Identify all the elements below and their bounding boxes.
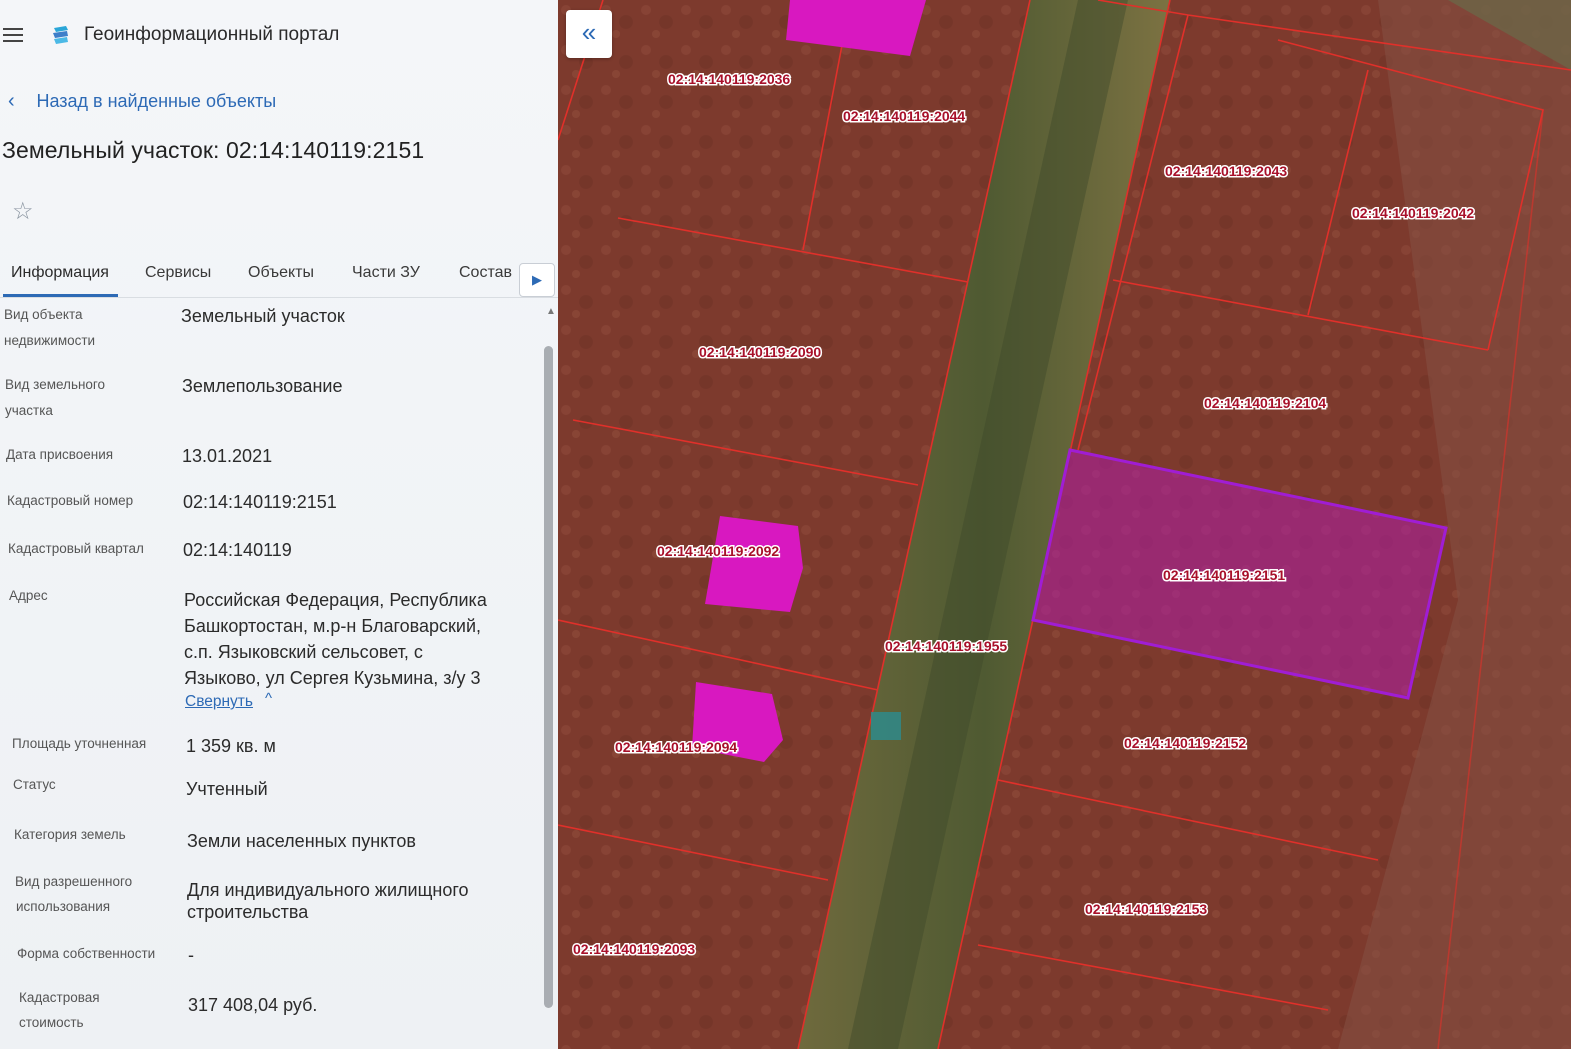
land-type-label: Вид земельного [5,377,106,392]
ownership-value: - [188,945,194,965]
tab-services[interactable]: Сервисы [145,264,211,282]
cadastral-number-label: Кадастровый номер [7,493,134,508]
chevron-right-icon: ▶ [532,272,542,287]
portal-logo-icon [53,26,68,44]
address-line-1: Российская Федерация, Республика [184,590,487,610]
parcel-label[interactable]: 02:14:140119:2094 [614,738,739,757]
chevron-left-icon: ‹ [8,90,15,112]
page-title: Земельный участок: 02:14:140119:2151 [2,137,425,163]
parcel-label[interactable]: 02:14:140119:2044 [842,107,967,126]
address-line-3: с.п. Языковский сельсовет, с [184,642,423,662]
parcel-label[interactable]: 02:14:140119:1955 [884,637,1009,656]
scrollbar-thumb[interactable] [544,346,553,1008]
building [705,516,803,612]
divider [0,297,558,298]
cadastral-quarter-label: Кадастровый квартал [8,541,144,556]
address-line-2: Башкортостан, м.р-н Благоварский, [184,616,482,636]
permitted-use-label-2: использования [16,899,111,914]
object-type-label: Вид объекта [4,307,83,322]
chevron-up-icon[interactable]: ^ [265,690,272,707]
tab-parcel-parts[interactable]: Части ЗУ [352,264,420,282]
double-chevron-left-icon: « [581,17,597,47]
assign-date-value: 13.01.2021 [182,446,273,466]
collapse-address-link[interactable]: Свернуть [185,693,253,711]
category-label: Категория земель [14,827,126,842]
star-icon[interactable]: ☆ [12,197,34,226]
parcel-label[interactable]: 02:14:140119:2042 [1351,204,1476,223]
tab-composition[interactable]: Состав [459,264,512,282]
hamburger-icon[interactable] [3,28,23,42]
cadastral-value-label-2: стоимость [19,1015,84,1030]
back-link[interactable]: ‹ Назад в найденные объекты [8,90,276,116]
cadastral-quarter-value: 02:14:140119 [183,540,292,560]
app-title: Геоинформационный портал [84,24,340,45]
info-panel: Геоинформационный портал ‹ Назад в найде… [0,0,558,1049]
cadastral-number-value: 02:14:140119:2151 [183,492,337,512]
tab-objects[interactable]: Объекты [248,264,314,282]
parcel-label[interactable]: 02:14:140119:2152 [1123,734,1248,753]
parcel-label[interactable]: 02:14:140119:2036 [667,70,792,89]
map-view[interactable]: 02:14:140119:2036 02:14:140119:2044 02:1… [558,0,1571,1049]
status-label: Статус [13,777,56,792]
parcel-label[interactable]: 02:14:140119:2104 [1203,394,1328,413]
land-type-value: Землепользование [182,376,343,396]
top-bar: Геоинформационный портал [0,0,558,70]
back-link-label[interactable]: Назад в найденные объекты [36,91,276,111]
object-type-label-2: недвижимости [4,333,96,348]
address-line-4: Языково, ул Сергея Кузьмина, з/у 3 [184,668,481,688]
tab-bar: Информация Сервисы Объекты Части ЗУ Сост… [0,258,558,298]
cadastral-value-label: Кадастровая [19,990,100,1005]
parcel-label[interactable]: 02:14:140119:2090 [698,343,823,362]
address-label: Адрес [9,588,48,603]
category-value: Земли населенных пунктов [187,831,416,851]
area-value: 1 359 кв. м [186,736,276,756]
ownership-label: Форма собственности [17,946,156,961]
tab-information[interactable]: Информация [11,264,109,282]
collapse-panel-button[interactable]: « [566,10,612,58]
parcel-label[interactable]: 02:14:140119:2092 [656,542,781,561]
assign-date-label: Дата присвоения [6,447,114,462]
permitted-use-label: Вид разрешенного [15,874,133,889]
parcel-label[interactable]: 02:14:140119:2043 [1164,162,1289,181]
object-type-value: Земельный участок [181,306,345,326]
status-value: Учтенный [186,779,268,799]
tabs-next-button[interactable]: ▶ [519,263,555,297]
scroll-up-icon[interactable]: ▲ [546,306,556,317]
land-type-label-2: участка [5,403,53,418]
parcel-label[interactable]: 02:14:140119:2151 [1162,566,1287,585]
permitted-use-value-2: строительства [187,902,309,922]
parcel-label[interactable]: 02:14:140119:2093 [572,940,697,959]
map-canvas[interactable]: 02:14:140119:2036 02:14:140119:2044 02:1… [558,0,1571,1049]
area-label: Площадь уточненная [12,736,147,751]
cadastral-value-value: 317 408,04 руб. [188,995,318,1015]
small-structure [871,712,901,740]
parcel-label[interactable]: 02:14:140119:2153 [1084,900,1209,919]
